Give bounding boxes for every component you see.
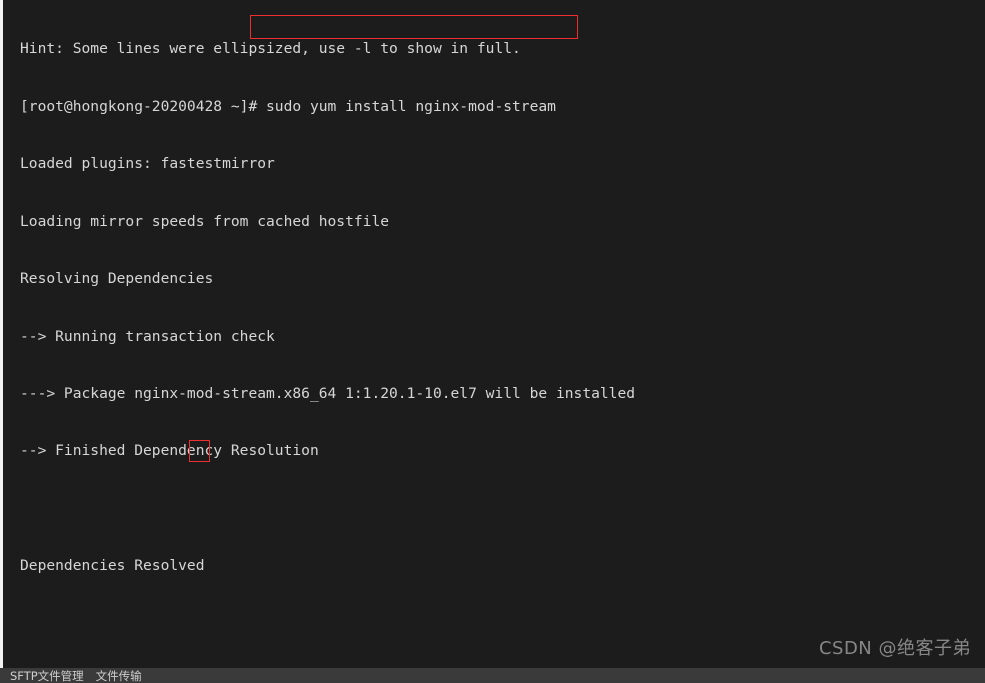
window-left-edge [0,0,3,668]
terminal-line: Resolving Dependencies [20,270,214,288]
terminal-line-command: [root@hongkong-20200428 ~]# sudo yum ins… [20,97,556,115]
terminal-line: Loading mirror speeds from cached hostfi… [20,212,390,230]
terminal-line: --> Finished Dependency Resolution [20,442,319,460]
terminal-window: Hint: Some lines were ellipsized, use -l… [0,0,985,683]
terminal-line: Dependencies Resolved [20,557,205,575]
terminal-line: Loaded plugins: fastestmirror [20,155,275,173]
terminal-line: --> Running transaction check [20,327,275,345]
terminal-line: ---> Package nginx-mod-stream.x86_64 1:1… [20,385,636,403]
terminal-lines: Hint: Some lines were ellipsized, use -l… [3,1,985,668]
status-bar: SFTP文件管理 文件传输 [0,668,985,683]
terminal-output-area[interactable]: Hint: Some lines were ellipsized, use -l… [3,0,985,668]
terminal-line: Hint: Some lines were ellipsized, use -l… [20,40,521,58]
watermark: CSDN @绝客子弟 [818,638,971,659]
status-item-transfer[interactable]: 文件传输 [90,668,148,683]
status-item-sftp[interactable]: SFTP文件管理 [0,668,90,683]
